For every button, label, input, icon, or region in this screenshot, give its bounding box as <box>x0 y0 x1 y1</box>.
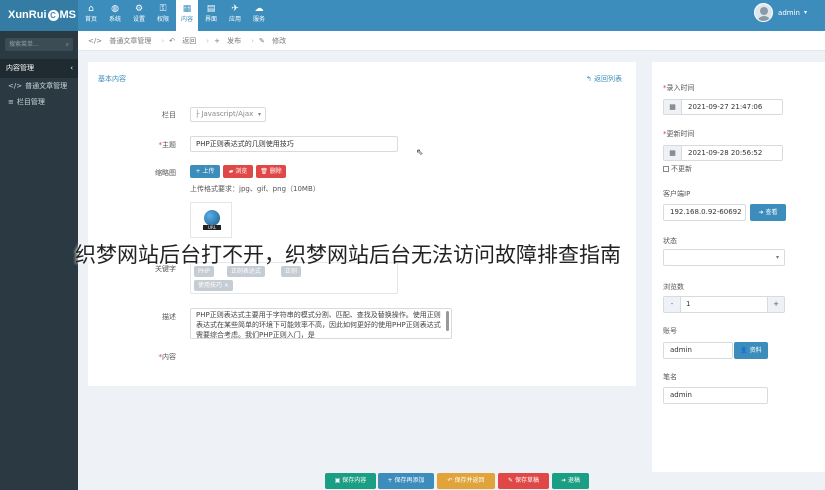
user-menu[interactable]: admin ▾ <box>754 3 807 22</box>
footer-actions: ▣ 保存内容 + 保存再添加 ↶ 保存并返回 ✎ 保存草稿 ➜ 退稿 <box>78 472 825 490</box>
plus-button[interactable]: + <box>767 297 784 312</box>
nav-services[interactable]: ☁ 服务 <box>248 0 270 31</box>
view-ip-button[interactable]: ➜ 查看 <box>750 204 786 221</box>
nav-apps[interactable]: ✈ 应用 <box>224 0 246 31</box>
gear-icon: ⚙ <box>134 4 144 14</box>
breadcrumb-publish[interactable]: + 发布 <box>214 31 246 50</box>
description-textarea[interactable]: PHP正则表达式主要用于字符串的模式分割、匹配、查找及替换操作。使用正则表达式在… <box>190 308 452 339</box>
breadcrumb-edit[interactable]: ✎ 修改 <box>259 31 291 50</box>
views-label: 浏览数 <box>663 283 684 291</box>
avatar <box>754 3 774 22</box>
profile-button[interactable]: 👤 资料 <box>734 342 768 359</box>
main-form-panel: 基本内容 ↰ 返回列表 栏目 ├ Javascript/Ajax ▾ *主题 PH… <box>88 62 636 386</box>
menu-search-input[interactable]: 搜索菜单... ⌕ <box>5 38 73 51</box>
status-label: 状态 <box>663 237 677 245</box>
update-time-input[interactable]: ▦ 2021-09-28 20:56:52 <box>663 145 783 161</box>
plane-icon: ✈ <box>231 4 239 14</box>
save-draft-button[interactable]: ✎ 保存草稿 <box>498 473 549 489</box>
logo[interactable]: XunRui C MS <box>0 0 78 31</box>
save-content-button[interactable]: ▣ 保存内容 <box>325 473 376 489</box>
code-icon: </> <box>8 82 23 90</box>
sidebar-item-articles[interactable]: </> 普通文章管理 <box>0 78 78 94</box>
nav-settings[interactable]: ⚙ 设置 <box>128 0 150 31</box>
chevron-down-icon: ▾ <box>775 254 779 261</box>
top-nav: ⌂ 首页 ◍ 系统 ⚙ 设置 ⚿ 权限 ▦ 内容 ▤ 界面 ✈ 应用 ☁ 服务 <box>80 0 272 31</box>
layout-icon: ▤ <box>206 4 216 14</box>
status-select[interactable]: ▾ <box>663 249 785 266</box>
mouse-cursor-icon: ⇖ <box>416 148 424 158</box>
nav-permissions[interactable]: ⚿ 权限 <box>152 0 174 31</box>
edit-icon: ✎ <box>258 37 265 45</box>
account-input[interactable]: admin <box>663 342 733 359</box>
calendar-icon: ▦ <box>664 100 682 114</box>
minus-button[interactable]: - <box>664 297 681 312</box>
sidebar-item-categories[interactable]: ≡ 栏目管理 <box>0 94 78 110</box>
no-update-checkbox[interactable]: 不更新 <box>663 164 692 174</box>
breadcrumb: </> 普通文章管理 › ↶ 返回 › + 发布 › ✎ 修改 <box>78 31 825 51</box>
chevron-down-icon: ▾ <box>257 111 261 118</box>
side-panel: *录入时间 ▦ 2021-09-27 21:47:06 *更新时间 ▦ 2021-0… <box>652 62 825 472</box>
plus-icon: + <box>214 37 220 45</box>
thumbnail-label: 缩略图 <box>155 169 176 177</box>
overlay-caption: 织梦网站后台打不开，织梦网站后台无法访问故障排查指南 <box>75 243 621 267</box>
upload-button[interactable]: + 上传 <box>190 165 220 178</box>
ip-input[interactable]: 192.168.0.92-60692 <box>663 204 746 221</box>
scrollbar[interactable] <box>446 311 449 331</box>
key-icon: ⚿ <box>159 4 167 14</box>
globe-image <box>204 210 220 226</box>
author-input[interactable]: admin <box>663 387 768 404</box>
delete-button[interactable]: 🗑 删除 <box>256 165 286 178</box>
ip-label: 客户端IP <box>663 190 691 198</box>
list-icon: ≡ <box>8 98 14 106</box>
subject-input[interactable]: PHP正则表达式的几则使用技巧 <box>190 136 398 152</box>
undo-icon: ↶ <box>169 37 176 45</box>
author-label: 笔名 <box>663 373 677 381</box>
nav-interface[interactable]: ▤ 界面 <box>200 0 222 31</box>
category-select[interactable]: ├ Javascript/Ajax ▾ <box>190 107 266 122</box>
thumbnail-preview[interactable]: URL <box>190 202 232 238</box>
code-icon: </> <box>88 37 103 45</box>
publish-time-label: *录入时间 <box>663 84 695 92</box>
publish-time-input[interactable]: ▦ 2021-09-27 21:47:06 <box>663 99 783 115</box>
category-label: 栏目 <box>162 111 176 119</box>
description-label: 描述 <box>162 313 176 321</box>
search-icon: ⌕ <box>65 41 69 48</box>
cloud-icon: ☁ <box>254 4 264 14</box>
nav-content[interactable]: ▦ 内容 <box>176 0 198 31</box>
grid-icon: ▦ <box>182 4 192 14</box>
chevron-down-icon: ▾ <box>803 9 807 16</box>
top-bar: XunRui C MS ⌂ 首页 ◍ 系统 ⚙ 设置 ⚿ 权限 ▦ 内容 ▤ 界面 ✈ 应用 ☁ 服… <box>0 0 825 31</box>
nav-home[interactable]: ⌂ 首页 <box>80 0 102 31</box>
breadcrumb-articles[interactable]: </> 普通文章管理 <box>88 31 156 50</box>
sidebar-group-content[interactable]: 内容管理 ‹ <box>0 59 78 78</box>
back-to-list-link[interactable]: ↰ 返回列表 <box>586 74 622 84</box>
keyword-tag[interactable]: 使用技巧 × <box>194 280 233 291</box>
breadcrumb-back[interactable]: ↶ 返回 <box>169 31 201 50</box>
browse-button[interactable]: ▰ 浏览 <box>223 165 253 178</box>
save-and-add-button[interactable]: + 保存再添加 <box>378 473 434 489</box>
content-label: *内容 <box>158 353 177 361</box>
calendar-icon: ▦ <box>664 146 682 160</box>
chevron-left-icon: ‹ <box>70 64 73 72</box>
update-time-label: *更新时间 <box>663 130 695 138</box>
account-label: 账号 <box>663 327 677 335</box>
reject-button[interactable]: ➜ 退稿 <box>552 473 589 489</box>
subject-label: *主题 <box>158 141 177 149</box>
nav-system[interactable]: ◍ 系统 <box>104 0 126 31</box>
save-and-return-button[interactable]: ↶ 保存并返回 <box>437 473 495 489</box>
panel-title: 基本内容 <box>98 75 126 83</box>
views-stepper[interactable]: -1 + <box>663 296 785 313</box>
upload-hint: 上传格式要求：jpg、gif、png（10MB） <box>190 185 320 193</box>
sidebar: 搜索菜单... ⌕ 内容管理 ‹ </> 普通文章管理 ≡ 栏目管理 <box>0 31 78 490</box>
home-icon: ⌂ <box>88 4 94 14</box>
globe-icon: ◍ <box>111 4 119 14</box>
